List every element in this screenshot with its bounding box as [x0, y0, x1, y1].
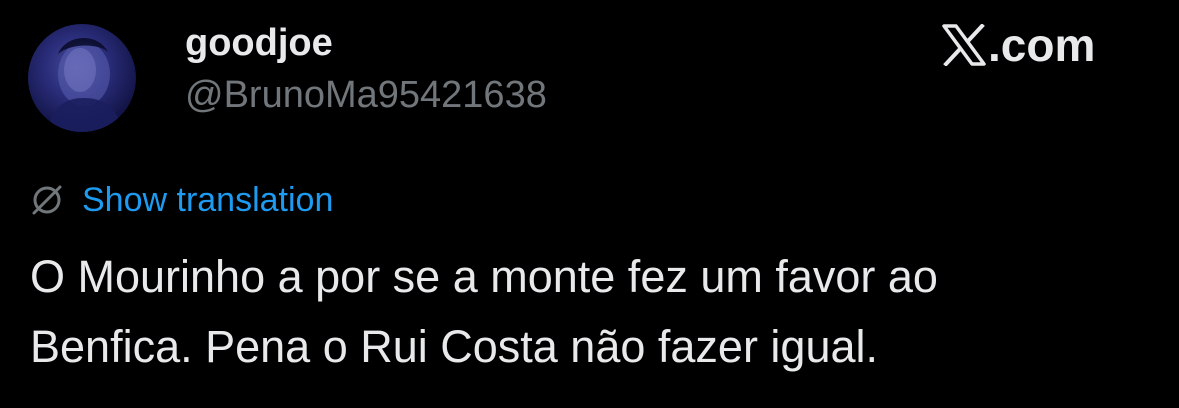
tweet-card: goodjoe @BrunoMa95421638 .com Show trans… [0, 0, 1179, 408]
brand-domain: .com [988, 19, 1096, 71]
brand-watermark: .com [942, 19, 1096, 71]
avatar-photo-icon [48, 37, 122, 132]
user-handle[interactable]: @BrunoMa95421638 [185, 74, 547, 117]
tweet-text-line: Benfica. Pena o Rui Costa não fazer igua… [30, 321, 879, 372]
display-name[interactable]: goodjoe [185, 22, 333, 65]
tweet-body: O Mourinho a por se a monte fez um favor… [30, 242, 1150, 382]
tweet-text-line: O Mourinho a por se a monte fez um favor… [30, 251, 938, 302]
x-logo-icon [942, 24, 986, 66]
show-translation-link[interactable]: Show translation [82, 181, 333, 220]
avatar[interactable] [28, 24, 136, 132]
translation-row[interactable]: Show translation [30, 178, 333, 222]
globe-slash-icon [32, 185, 62, 215]
